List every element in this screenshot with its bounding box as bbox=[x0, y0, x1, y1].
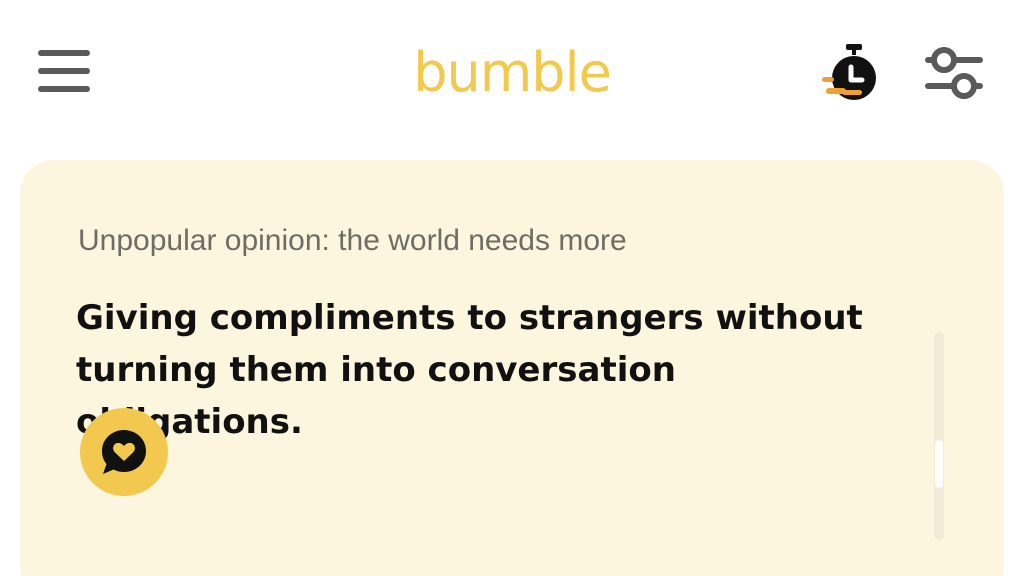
menu-button[interactable] bbox=[38, 50, 90, 96]
profile-prompt-card: Unpopular opinion: the world needs more … bbox=[20, 160, 1004, 576]
timer-button[interactable] bbox=[818, 42, 882, 102]
compliment-button[interactable] bbox=[80, 408, 168, 496]
sliders-filter-icon bbox=[925, 47, 983, 99]
scrollbar-thumb[interactable] bbox=[935, 440, 943, 488]
prompt-question: Unpopular opinion: the world needs more bbox=[78, 224, 627, 257]
filter-button[interactable] bbox=[922, 44, 986, 102]
menu-line bbox=[38, 86, 90, 92]
heart-chat-bubble-icon bbox=[102, 430, 146, 474]
brand-logo: bumble bbox=[413, 41, 612, 104]
prompt-answer: Giving compliments to strangers without … bbox=[76, 298, 863, 442]
card-scrollbar[interactable] bbox=[934, 332, 944, 540]
top-bar: bumble bbox=[0, 0, 1024, 140]
menu-line bbox=[38, 68, 90, 74]
menu-line bbox=[38, 50, 90, 56]
app-screen: bumble Unpopular opinion: the world need bbox=[0, 0, 1024, 576]
stopwatch-icon bbox=[822, 44, 876, 100]
